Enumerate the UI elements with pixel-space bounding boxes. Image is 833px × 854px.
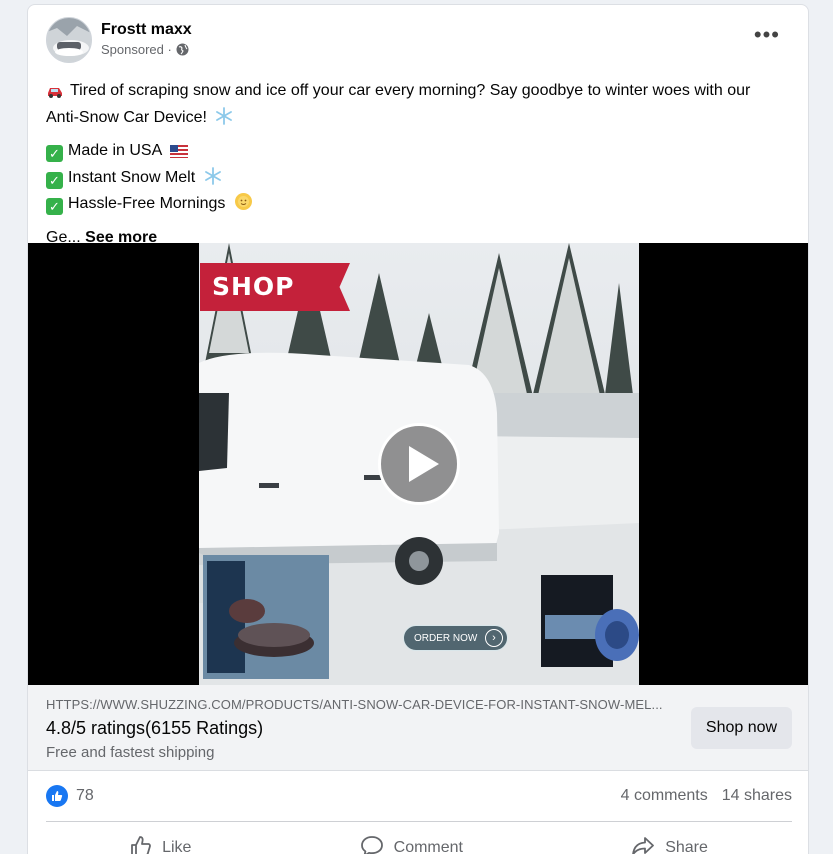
- actions-divider: [46, 821, 792, 822]
- thumbs-up-icon: [130, 835, 152, 854]
- more-options-button[interactable]: •••: [754, 24, 780, 46]
- sun-face-icon: [234, 192, 253, 219]
- like-label: Like: [162, 839, 192, 854]
- shop-now-button[interactable]: Shop now: [691, 707, 792, 749]
- play-icon: [409, 446, 439, 482]
- car-emoji-icon: [46, 82, 64, 106]
- play-button[interactable]: [378, 423, 460, 505]
- share-label: Share: [665, 839, 708, 854]
- post-text-line-1: Tired of scraping snow and ice off your …: [70, 82, 751, 99]
- snowflake-icon: [204, 166, 222, 193]
- globe-icon: [176, 43, 189, 56]
- post-text-line-2: Anti-Snow Car Device!: [46, 108, 207, 126]
- post-header: Frostt maxx Sponsored ·: [46, 17, 192, 63]
- page-name[interactable]: Frostt maxx: [101, 19, 192, 41]
- check-mark-icon: ✓: [46, 145, 63, 162]
- snowflake-icon: [215, 106, 233, 133]
- bullet-text: Made in USA: [68, 142, 162, 159]
- like-button[interactable]: Like: [112, 828, 209, 854]
- us-flag-icon: [169, 142, 188, 166]
- like-reaction-icon[interactable]: [46, 785, 68, 807]
- engagement-stats: 78 4 comments 14 shares: [46, 781, 792, 811]
- bullet-item: ✓ Instant Snow Melt: [46, 166, 786, 193]
- order-now-overlay: ORDER NOW ›: [403, 625, 508, 651]
- order-now-label: ORDER NOW: [414, 633, 478, 644]
- chevron-right-icon: ›: [485, 629, 503, 647]
- page-avatar[interactable]: [46, 17, 92, 63]
- comment-button[interactable]: Comment: [342, 828, 481, 854]
- post-actions: Like Comment Share: [46, 828, 792, 854]
- link-preview[interactable]: HTTPS://WWW.SHUZZING.COM/PRODUCTS/ANTI-S…: [28, 685, 808, 771]
- comment-count[interactable]: 4 comments: [621, 787, 708, 805]
- sponsored-label[interactable]: Sponsored ·: [101, 41, 172, 59]
- link-description: Free and fastest shipping: [46, 744, 215, 761]
- share-button[interactable]: Share: [613, 828, 726, 854]
- share-arrow-icon: [631, 835, 655, 854]
- comment-label: Comment: [393, 839, 463, 854]
- check-mark-icon: ✓: [46, 198, 63, 215]
- bullet-item: ✓ Made in USA: [46, 139, 786, 166]
- check-mark-icon: ✓: [46, 171, 63, 189]
- like-count[interactable]: 78: [76, 787, 94, 805]
- link-url[interactable]: HTTPS://WWW.SHUZZING.COM/PRODUCTS/ANTI-S…: [46, 697, 663, 712]
- post-text: Tired of scraping snow and ice off your …: [46, 79, 786, 249]
- shop-now-banner: SHOP NOW: [200, 263, 350, 311]
- bullet-item: ✓ Hassle-Free Mornings: [46, 192, 786, 219]
- link-title[interactable]: 4.8/5 ratings(6155 Ratings): [46, 718, 263, 739]
- sponsored-post: Frostt maxx Sponsored · ••• Tired of scr…: [27, 4, 809, 854]
- share-count[interactable]: 14 shares: [722, 787, 792, 805]
- comment-bubble-icon: [360, 835, 384, 854]
- bullet-text: Hassle-Free Mornings: [68, 195, 226, 212]
- video-player[interactable]: SHOP NOW ORDER NOW ›: [28, 243, 808, 685]
- bullet-text: Instant Snow Melt: [68, 168, 196, 186]
